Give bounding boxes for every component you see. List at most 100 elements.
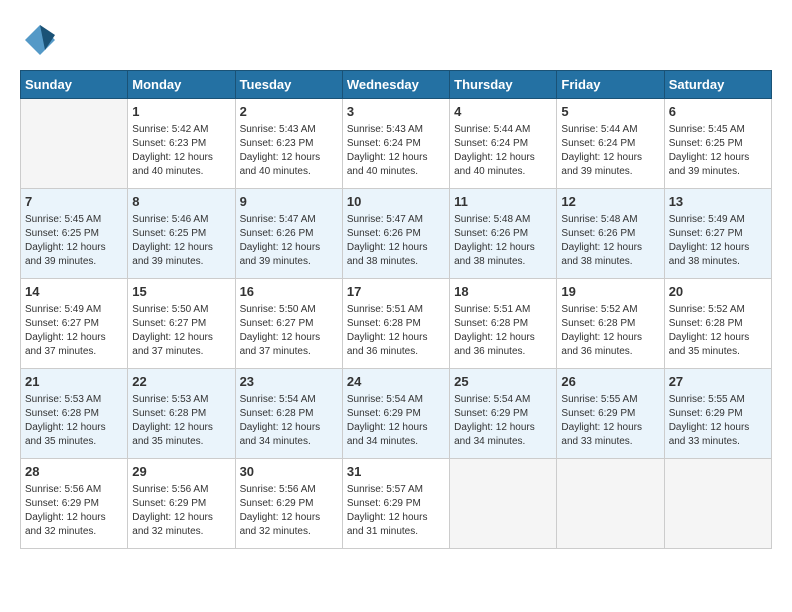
day-info: Sunrise: 5:57 AM Sunset: 6:29 PM Dayligh… [347, 483, 445, 539]
day-number: 22 [132, 373, 230, 391]
day-info: Sunrise: 5:54 AM Sunset: 6:29 PM Dayligh… [454, 393, 552, 449]
calendar-cell: 9Sunrise: 5:47 AM Sunset: 6:26 PM Daylig… [235, 189, 342, 279]
day-header-friday: Friday [557, 71, 664, 99]
day-number: 29 [132, 463, 230, 481]
day-info: Sunrise: 5:53 AM Sunset: 6:28 PM Dayligh… [132, 393, 230, 449]
day-number: 17 [347, 283, 445, 301]
calendar-cell: 14Sunrise: 5:49 AM Sunset: 6:27 PM Dayli… [21, 279, 128, 369]
day-info: Sunrise: 5:53 AM Sunset: 6:28 PM Dayligh… [25, 393, 123, 449]
calendar-cell: 1Sunrise: 5:42 AM Sunset: 6:23 PM Daylig… [128, 99, 235, 189]
day-number: 25 [454, 373, 552, 391]
calendar-week-2: 7 Sunrise: 5:45 AM Sunset: 6:25 PM Daylig… [21, 189, 772, 279]
day-number: 28 [25, 463, 123, 481]
day-info: Sunrise: 5:50 AM Sunset: 6:27 PM Dayligh… [240, 303, 338, 359]
day-number: 3 [347, 103, 445, 121]
calendar-week-4: 21 Sunrise: 5:53 AM Sunset: 6:28 PM Dayli… [21, 369, 772, 459]
logo [20, 20, 64, 60]
calendar-cell [450, 459, 557, 549]
calendar-table: SundayMondayTuesdayWednesdayThursdayFrid… [20, 70, 772, 549]
calendar-cell: 11 Sunrise: 5:48 AM Sunset: 6:26 PM Dayli… [450, 189, 557, 279]
calendar-cell: 27 Sunrise: 5:55 AM Sunset: 6:29 PM Dayli… [664, 369, 771, 459]
day-info: Sunrise: 5:54 AM Sunset: 6:29 PM Dayligh… [347, 393, 445, 449]
calendar-cell: 10 Sunrise: 5:47 AM Sunset: 6:26 PM Dayli… [342, 189, 449, 279]
calendar-cell [21, 99, 128, 189]
calendar-cell: 23 Sunrise: 5:54 AM Sunset: 6:28 PM Dayli… [235, 369, 342, 459]
calendar-cell: 5 Sunrise: 5:44 AM Sunset: 6:24 PM Daylig… [557, 99, 664, 189]
day-header-saturday: Saturday [664, 71, 771, 99]
day-info: Sunrise: 5:52 AM Sunset: 6:28 PM Dayligh… [669, 303, 767, 359]
calendar-cell: 31 Sunrise: 5:57 AM Sunset: 6:29 PM Dayli… [342, 459, 449, 549]
day-info: Sunrise: 5:51 AM Sunset: 6:28 PM Dayligh… [347, 303, 445, 359]
day-info: Sunrise: 5:56 AM Sunset: 6:29 PM Dayligh… [25, 483, 123, 539]
day-number: 27 [669, 373, 767, 391]
calendar-cell: 19 Sunrise: 5:52 AM Sunset: 6:28 PM Dayli… [557, 279, 664, 369]
day-number: 10 [347, 193, 445, 211]
calendar-cell: 17 Sunrise: 5:51 AM Sunset: 6:28 PM Dayli… [342, 279, 449, 369]
calendar-week-3: 14Sunrise: 5:49 AM Sunset: 6:27 PM Dayli… [21, 279, 772, 369]
day-number: 20 [669, 283, 767, 301]
calendar-cell: 12 Sunrise: 5:48 AM Sunset: 6:26 PM Dayli… [557, 189, 664, 279]
calendar-header: SundayMondayTuesdayWednesdayThursdayFrid… [21, 71, 772, 99]
calendar-body: 1Sunrise: 5:42 AM Sunset: 6:23 PM Daylig… [21, 99, 772, 549]
day-info: Sunrise: 5:50 AM Sunset: 6:27 PM Dayligh… [132, 303, 230, 359]
day-number: 14 [25, 283, 123, 301]
day-header-thursday: Thursday [450, 71, 557, 99]
calendar-cell: 8Sunrise: 5:46 AM Sunset: 6:25 PM Daylig… [128, 189, 235, 279]
day-number: 21 [25, 373, 123, 391]
calendar-cell: 20 Sunrise: 5:52 AM Sunset: 6:28 PM Dayli… [664, 279, 771, 369]
day-info: Sunrise: 5:45 AM Sunset: 6:25 PM Dayligh… [25, 213, 123, 269]
days-header-row: SundayMondayTuesdayWednesdayThursdayFrid… [21, 71, 772, 99]
day-number: 23 [240, 373, 338, 391]
day-info: Sunrise: 5:56 AM Sunset: 6:29 PM Dayligh… [240, 483, 338, 539]
day-number: 13 [669, 193, 767, 211]
day-header-tuesday: Tuesday [235, 71, 342, 99]
calendar-cell: 26Sunrise: 5:55 AM Sunset: 6:29 PM Dayli… [557, 369, 664, 459]
day-number: 5 [561, 103, 659, 121]
day-number: 11 [454, 193, 552, 211]
day-number: 24 [347, 373, 445, 391]
calendar-cell: 24 Sunrise: 5:54 AM Sunset: 6:29 PM Dayli… [342, 369, 449, 459]
calendar-cell: 30 Sunrise: 5:56 AM Sunset: 6:29 PM Dayli… [235, 459, 342, 549]
page-header [20, 20, 772, 60]
day-number: 19 [561, 283, 659, 301]
day-number: 30 [240, 463, 338, 481]
calendar-cell [664, 459, 771, 549]
calendar-cell: 16Sunrise: 5:50 AM Sunset: 6:27 PM Dayli… [235, 279, 342, 369]
calendar-cell: 18Sunrise: 5:51 AM Sunset: 6:28 PM Dayli… [450, 279, 557, 369]
day-number: 15 [132, 283, 230, 301]
day-header-monday: Monday [128, 71, 235, 99]
day-number: 18 [454, 283, 552, 301]
day-number: 31 [347, 463, 445, 481]
day-info: Sunrise: 5:48 AM Sunset: 6:26 PM Dayligh… [561, 213, 659, 269]
day-info: Sunrise: 5:52 AM Sunset: 6:28 PM Dayligh… [561, 303, 659, 359]
calendar-cell [557, 459, 664, 549]
day-info: Sunrise: 5:48 AM Sunset: 6:26 PM Dayligh… [454, 213, 552, 269]
day-number: 12 [561, 193, 659, 211]
day-number: 2 [240, 103, 338, 121]
calendar-cell: 25 Sunrise: 5:54 AM Sunset: 6:29 PM Dayli… [450, 369, 557, 459]
day-info: Sunrise: 5:49 AM Sunset: 6:27 PM Dayligh… [669, 213, 767, 269]
calendar-cell: 7 Sunrise: 5:45 AM Sunset: 6:25 PM Daylig… [21, 189, 128, 279]
calendar-cell: 2Sunrise: 5:43 AM Sunset: 6:23 PM Daylig… [235, 99, 342, 189]
calendar-cell: 22 Sunrise: 5:53 AM Sunset: 6:28 PM Dayli… [128, 369, 235, 459]
day-info: Sunrise: 5:54 AM Sunset: 6:28 PM Dayligh… [240, 393, 338, 449]
day-info: Sunrise: 5:47 AM Sunset: 6:26 PM Dayligh… [347, 213, 445, 269]
day-number: 4 [454, 103, 552, 121]
day-info: Sunrise: 5:55 AM Sunset: 6:29 PM Dayligh… [669, 393, 767, 449]
day-header-wednesday: Wednesday [342, 71, 449, 99]
calendar-cell: 28 Sunrise: 5:56 AM Sunset: 6:29 PM Dayli… [21, 459, 128, 549]
calendar-cell: 15 Sunrise: 5:50 AM Sunset: 6:27 PM Dayli… [128, 279, 235, 369]
day-info: Sunrise: 5:45 AM Sunset: 6:25 PM Dayligh… [669, 123, 767, 179]
calendar-cell: 6Sunrise: 5:45 AM Sunset: 6:25 PM Daylig… [664, 99, 771, 189]
day-info: Sunrise: 5:46 AM Sunset: 6:25 PM Dayligh… [132, 213, 230, 269]
calendar-cell: 13 Sunrise: 5:49 AM Sunset: 6:27 PM Dayli… [664, 189, 771, 279]
calendar-cell: 4 Sunrise: 5:44 AM Sunset: 6:24 PM Daylig… [450, 99, 557, 189]
day-number: 7 [25, 193, 123, 211]
day-info: Sunrise: 5:44 AM Sunset: 6:24 PM Dayligh… [454, 123, 552, 179]
calendar-cell: 29 Sunrise: 5:56 AM Sunset: 6:29 PM Dayli… [128, 459, 235, 549]
day-info: Sunrise: 5:43 AM Sunset: 6:24 PM Dayligh… [347, 123, 445, 179]
calendar-week-1: 1Sunrise: 5:42 AM Sunset: 6:23 PM Daylig… [21, 99, 772, 189]
day-number: 9 [240, 193, 338, 211]
day-info: Sunrise: 5:56 AM Sunset: 6:29 PM Dayligh… [132, 483, 230, 539]
day-info: Sunrise: 5:44 AM Sunset: 6:24 PM Dayligh… [561, 123, 659, 179]
